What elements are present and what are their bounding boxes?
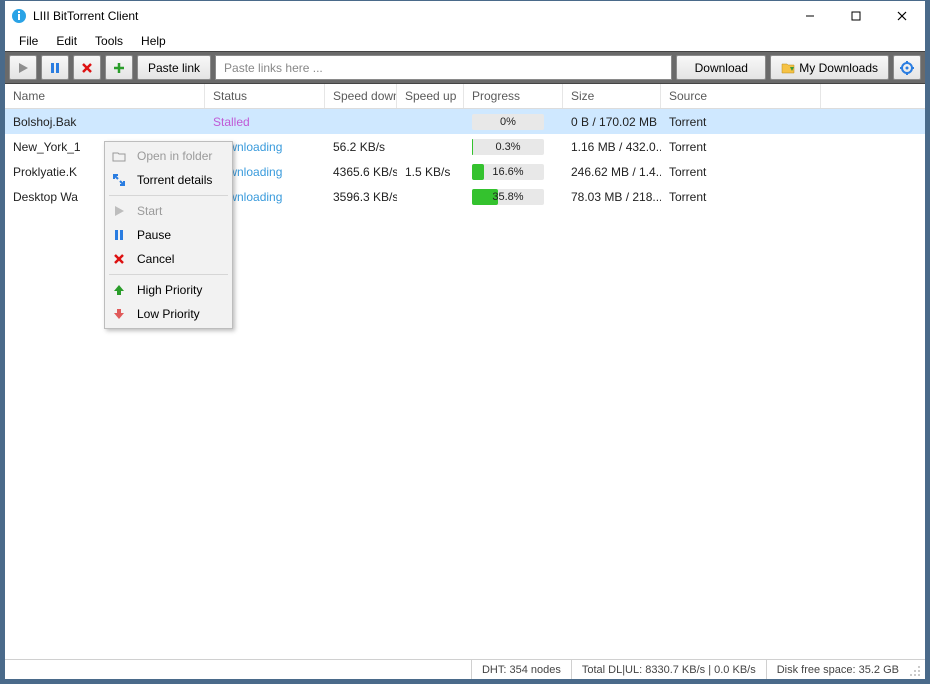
cell-source: Torrent xyxy=(661,190,821,204)
ctx-torrent-details[interactable]: Torrent details xyxy=(107,168,230,192)
close-button[interactable] xyxy=(879,1,925,31)
menubar: File Edit Tools Help xyxy=(5,31,925,51)
context-menu: Open in folder Torrent details Start Pau… xyxy=(104,141,233,329)
window-controls xyxy=(787,1,925,31)
column-progress[interactable]: Progress xyxy=(464,84,563,108)
arrow-down-icon xyxy=(111,308,127,320)
cell-speed-down: 4365.6 KB/s xyxy=(325,165,397,179)
cell-speed-up: 1.5 KB/s xyxy=(397,165,464,179)
table-row[interactable]: Bolshoj.BakStalled 0% 0 B / 170.02 MBTorre… xyxy=(5,109,925,134)
cell-speed-down: 56.2 KB/s xyxy=(325,140,397,154)
cell-source: Torrent xyxy=(661,115,821,129)
ctx-cancel-label: Cancel xyxy=(137,252,174,266)
cell-source: Torrent xyxy=(661,140,821,154)
expand-icon xyxy=(111,174,127,186)
status-dht: DHT: 354 nodes xyxy=(471,660,571,679)
folder-icon xyxy=(781,62,795,74)
menu-file[interactable]: File xyxy=(11,32,46,50)
statusbar: DHT: 354 nodes Total DL|UL: 8330.7 KB/s … xyxy=(5,659,925,679)
progress-bar: 16.6% xyxy=(472,164,544,180)
column-status[interactable]: Status xyxy=(205,84,325,108)
cell-source: Torrent xyxy=(661,165,821,179)
grid-header: Name Status Speed down Speed up Progress… xyxy=(5,84,925,109)
ctx-torrent-details-label: Torrent details xyxy=(137,173,212,187)
paste-link-button[interactable]: Paste link xyxy=(137,55,211,80)
app-icon xyxy=(11,8,27,24)
ctx-cancel[interactable]: Cancel xyxy=(107,247,230,271)
cell-status: Stalled xyxy=(205,115,325,129)
ctx-start-label: Start xyxy=(137,204,162,218)
cell-size: 0 B / 170.02 MB xyxy=(563,115,661,129)
pause-icon xyxy=(111,229,127,241)
cancel-button[interactable] xyxy=(73,55,101,80)
column-speed-up[interactable]: Speed up xyxy=(397,84,464,108)
ctx-low-priority-label: Low Priority xyxy=(137,307,200,321)
progress-bar: 35.8% xyxy=(472,189,544,205)
column-name[interactable]: Name xyxy=(5,84,205,108)
resize-grip-icon[interactable] xyxy=(909,665,921,677)
start-button[interactable] xyxy=(9,55,37,80)
cell-progress: 0.3% xyxy=(464,139,563,155)
cell-size: 78.03 MB / 218... xyxy=(563,190,661,204)
titlebar: LIII BitTorrent Client xyxy=(5,1,925,31)
cell-size: 246.62 MB / 1.4... xyxy=(563,165,661,179)
ctx-pause[interactable]: Pause xyxy=(107,223,230,247)
cell-size: 1.16 MB / 432.0... xyxy=(563,140,661,154)
column-source[interactable]: Source xyxy=(661,84,821,108)
arrow-up-icon xyxy=(111,284,127,296)
ctx-separator xyxy=(109,274,228,275)
ctx-high-priority-label: High Priority xyxy=(137,283,202,297)
download-button[interactable]: Download xyxy=(676,55,766,80)
ctx-separator xyxy=(109,195,228,196)
ctx-low-priority[interactable]: Low Priority xyxy=(107,302,230,326)
menu-help[interactable]: Help xyxy=(133,32,174,50)
menu-edit[interactable]: Edit xyxy=(48,32,85,50)
minimize-button[interactable] xyxy=(787,1,833,31)
download-label: Download xyxy=(695,61,748,75)
cell-progress: 35.8% xyxy=(464,189,563,205)
cell-progress: 16.6% xyxy=(464,164,563,180)
status-totals: Total DL|UL: 8330.7 KB/s | 0.0 KB/s xyxy=(571,660,766,679)
paste-link-label: Paste link xyxy=(148,61,200,75)
cell-progress: 0% xyxy=(464,114,563,130)
column-size[interactable]: Size xyxy=(563,84,661,108)
my-downloads-label: My Downloads xyxy=(799,61,878,75)
app-window: LIII BitTorrent Client File Edit Tools H… xyxy=(4,0,926,680)
progress-bar: 0% xyxy=(472,114,544,130)
settings-button[interactable] xyxy=(893,55,921,80)
cell-speed-down: 3596.3 KB/s xyxy=(325,190,397,204)
ctx-open-in-folder[interactable]: Open in folder xyxy=(107,144,230,168)
ctx-pause-label: Pause xyxy=(137,228,171,242)
ctx-high-priority[interactable]: High Priority xyxy=(107,278,230,302)
pause-button[interactable] xyxy=(41,55,69,80)
status-disk: Disk free space: 35.2 GB xyxy=(766,660,909,679)
links-input[interactable]: Paste links here ... xyxy=(215,55,672,80)
maximize-button[interactable] xyxy=(833,1,879,31)
ctx-open-in-folder-label: Open in folder xyxy=(137,149,212,163)
toolbar: Paste link Paste links here ... Download… xyxy=(5,51,925,84)
add-button[interactable] xyxy=(105,55,133,80)
folder-open-icon xyxy=(111,150,127,162)
menu-tools[interactable]: Tools xyxy=(87,32,131,50)
progress-bar: 0.3% xyxy=(472,139,544,155)
ctx-start[interactable]: Start xyxy=(107,199,230,223)
cell-name: Bolshoj.Bak xyxy=(5,115,205,129)
window-title: LIII BitTorrent Client xyxy=(33,9,787,23)
links-placeholder: Paste links here ... xyxy=(224,61,323,75)
my-downloads-button[interactable]: My Downloads xyxy=(770,55,889,80)
column-speed-down[interactable]: Speed down xyxy=(325,84,397,108)
cancel-icon xyxy=(111,253,127,265)
play-icon xyxy=(111,205,127,217)
